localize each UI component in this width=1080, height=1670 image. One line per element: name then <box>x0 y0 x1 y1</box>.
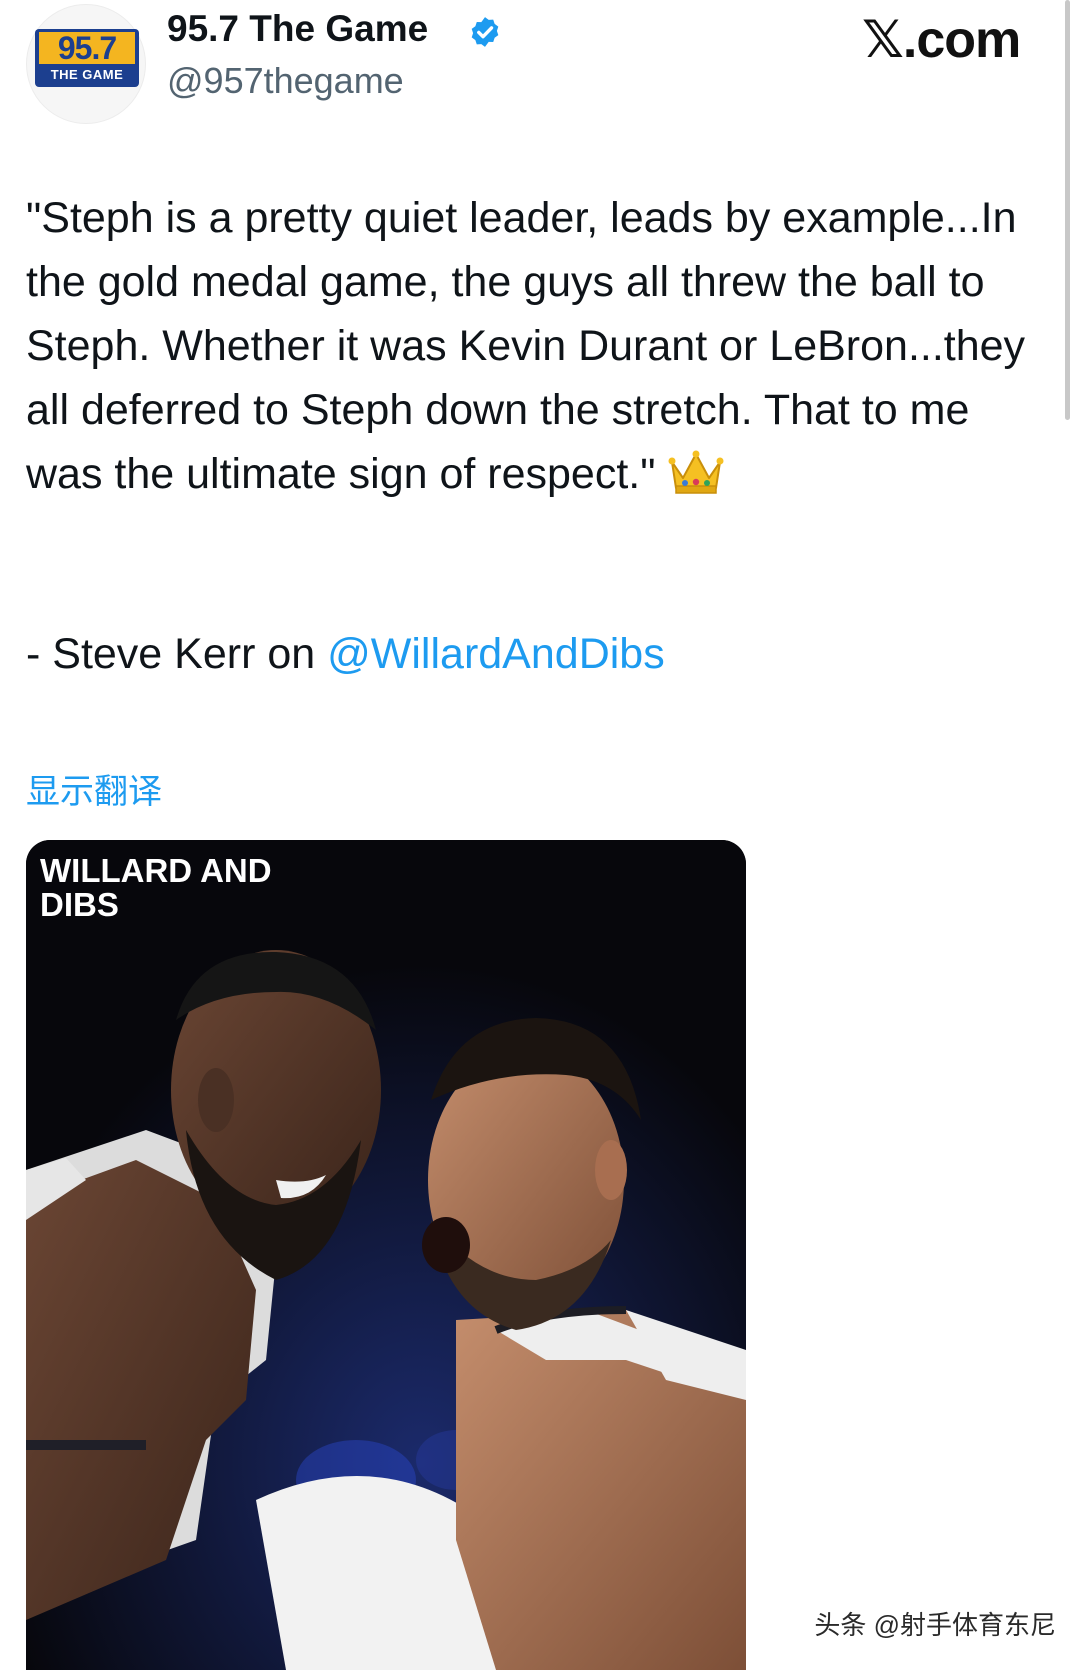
tweet-body: "Steph is a pretty quiet leader, leads b… <box>26 194 1026 498</box>
account-handle[interactable]: @957thegame <box>167 60 404 102</box>
translate-link[interactable]: 显示翻译 <box>26 764 162 813</box>
site-brand: 𝕏.com <box>862 11 1021 69</box>
station-logo: 95.7 THE GAME <box>35 29 139 87</box>
watermark: 头条 @射手体育东尼 <box>814 1610 1056 1640</box>
logo-number: 95.7 <box>39 32 135 64</box>
account-avatar[interactable]: 95.7 THE GAME <box>26 4 146 124</box>
media-overlay-title: WILLARD AND DIBS <box>40 852 272 923</box>
attribution: - Steve Kerr on @WillardAndDibs <box>26 630 665 679</box>
tweet-text: "Steph is a pretty quiet leader, leads b… <box>26 186 1036 506</box>
scrollbar[interactable] <box>1065 0 1070 420</box>
logo-subtitle: THE GAME <box>50 67 124 82</box>
media-photo <box>26 840 746 1670</box>
display-name[interactable]: 95.7 The Game <box>167 8 428 50</box>
mention-link[interactable]: @WillardAndDibs <box>327 630 665 678</box>
crown-icon <box>668 450 724 494</box>
tweet-media-image[interactable]: WILLARD AND DIBS <box>26 840 746 1670</box>
verified-badge-icon <box>471 17 499 47</box>
attribution-prefix: - Steve Kerr on <box>26 630 328 678</box>
